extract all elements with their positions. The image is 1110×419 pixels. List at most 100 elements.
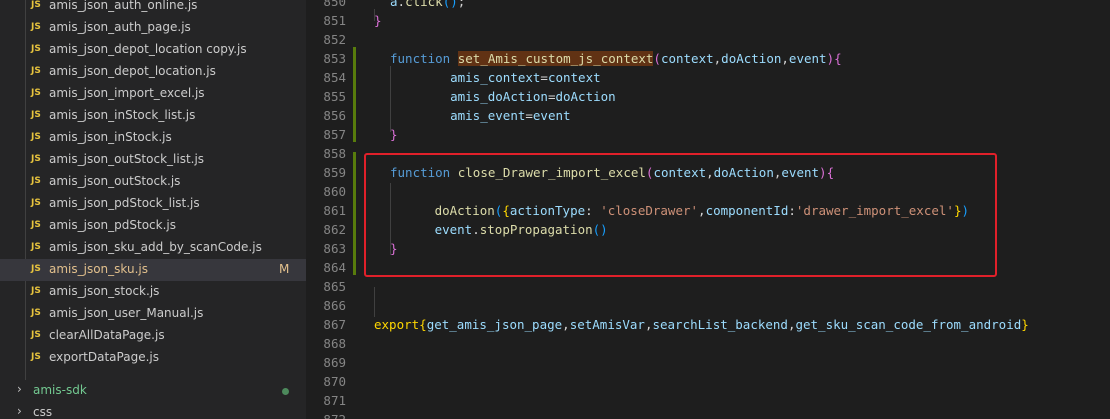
js-file-icon: JS	[31, 0, 41, 10]
file-item[interactable]: JS amis_json_sku_add_by_scanCode.js	[0, 237, 306, 259]
js-file-icon: JS	[31, 44, 41, 54]
js-file-icon: JS	[31, 220, 41, 230]
line-number: 867	[323, 317, 346, 332]
line-number: 860	[323, 184, 346, 199]
file-name: amis_json_pdStock_list.js	[49, 196, 200, 210]
js-file-icon: JS	[31, 154, 41, 164]
line-number: 853	[323, 51, 346, 66]
chevron-right-icon: ›	[17, 404, 22, 418]
indent-guide	[374, 9, 375, 21]
code-line: 866	[306, 297, 1110, 316]
js-file-icon: JS	[31, 242, 41, 252]
line-number: 871	[323, 393, 346, 408]
js-file-icon: JS	[31, 110, 41, 120]
line-number: 850	[323, 0, 346, 9]
line-number: 869	[323, 355, 346, 370]
file-item[interactable]: JS amis_json_inStock_list.js	[0, 105, 306, 127]
code-text: amis_doAction=doAction	[450, 89, 616, 104]
code-line: 855 amis_doAction=doAction	[306, 88, 1110, 107]
line-number: 872	[306, 412, 346, 419]
code-text: }	[390, 127, 398, 142]
code-line: 857}	[306, 126, 1110, 145]
file-item[interactable]: JS amis_json_auth_page.js	[0, 17, 306, 39]
explorer-sidebar: JS amis_json_auth_online.js JS amis_json_au…	[0, 0, 306, 419]
code-line: 856 amis_event=event	[306, 107, 1110, 126]
line-number: 865	[323, 279, 346, 294]
chevron-right-icon: ›	[17, 382, 22, 396]
js-file-icon: JS	[31, 264, 41, 274]
modified-badge: M	[279, 262, 290, 276]
file-name: amis_json_inStock_list.js	[49, 108, 196, 122]
code-line: 865	[306, 278, 1110, 297]
file-name: amis_json_user_Manual.js	[49, 306, 204, 320]
code-line: 872	[306, 411, 1110, 419]
js-file-icon: JS	[31, 330, 41, 340]
file-name: exportDataPage.js	[49, 350, 159, 364]
line-number: 856	[323, 108, 346, 123]
indent-guide	[374, 287, 375, 317]
highlight-box	[364, 153, 997, 277]
file-name: amis_json_sku_add_by_scanCode.js	[49, 240, 262, 254]
code-text: function set_Amis_custom_js_context(cont…	[390, 51, 842, 66]
change-dot-icon	[282, 388, 289, 395]
line-number: 852	[323, 32, 346, 47]
file-item[interactable]: JS amis_json_depot_location.js	[0, 61, 306, 83]
file-name: amis_json_sku.js	[49, 262, 148, 276]
line-number: 861	[323, 203, 346, 218]
line-number: 857	[323, 127, 346, 142]
file-name: amis_json_outStock_list.js	[49, 152, 205, 166]
file-item[interactable]: JS amis_json_pdStock.js	[0, 215, 306, 237]
file-name: amis_json_auth_online.js	[49, 0, 198, 12]
line-number: 855	[323, 89, 346, 104]
file-name: amis_json_auth_page.js	[49, 20, 191, 34]
file-item[interactable]: JS amis_json_user_Manual.js	[0, 303, 306, 325]
code-text: amis_event=event	[450, 108, 571, 123]
line-number: 868	[323, 336, 346, 351]
line-number: 863	[323, 241, 346, 256]
code-line: 853 function set_Amis_custom_js_context(c…	[306, 50, 1110, 69]
js-file-icon: JS	[31, 308, 41, 318]
code-line: 851}	[306, 12, 1110, 31]
file-name: amis_json_inStock.js	[49, 130, 172, 144]
js-file-icon: JS	[31, 132, 41, 142]
folder-name: amis-sdk	[33, 383, 87, 397]
code-line: 870	[306, 373, 1110, 392]
file-item[interactable]: JS amis_json_depot_location copy.js	[0, 39, 306, 61]
file-item[interactable]: JS clearAllDataPage.js	[0, 325, 306, 347]
file-item[interactable]: JS amis_json_outStock.js	[0, 171, 306, 193]
file-name: clearAllDataPage.js	[49, 328, 165, 342]
line-number: 864	[323, 260, 346, 275]
code-line: 850 a.click();	[306, 0, 1110, 12]
code-line: 867 export{get_amis_json_page,setAmisVar,…	[306, 316, 1110, 335]
file-item[interactable]: JS amis_json_import_excel.js	[0, 83, 306, 105]
code-line: 869	[306, 354, 1110, 373]
line-number: 858	[323, 146, 346, 161]
file-item[interactable]: JS amis_json_inStock.js	[0, 127, 306, 149]
indent-guide	[390, 66, 391, 132]
file-item[interactable]: JS amis_json_auth_online.js	[0, 0, 306, 17]
file-name: amis_json_outStock.js	[49, 174, 181, 188]
code-line: 852	[306, 31, 1110, 50]
folder-name: css	[33, 405, 53, 419]
js-file-icon: JS	[31, 176, 41, 186]
file-name: amis_json_depot_location copy.js	[49, 42, 247, 56]
code-text: }	[374, 13, 382, 28]
js-file-icon: JS	[31, 198, 41, 208]
line-number: 854	[323, 70, 346, 85]
file-item[interactable]: JS amis_json_pdStock_list.js	[0, 193, 306, 215]
line-number: 851	[323, 13, 346, 28]
code-text: a.click();	[390, 0, 466, 9]
file-item[interactable]: JS amis_json_stock.js	[0, 281, 306, 303]
js-file-icon: JS	[31, 88, 41, 98]
file-item[interactable]: JS exportDataPage.js	[0, 347, 306, 369]
file-name: amis_json_import_excel.js	[49, 86, 205, 100]
file-name: amis_json_pdStock.js	[49, 218, 177, 232]
folder-item[interactable]: › amis-sdk	[0, 380, 306, 402]
code-text: export{get_amis_json_page,setAmisVar,sea…	[374, 317, 1029, 332]
file-item[interactable]: JS amis_json_outStock_list.js	[0, 149, 306, 171]
folder-item[interactable]: › css	[0, 402, 306, 419]
file-name: amis_json_stock.js	[49, 284, 160, 298]
code-line: 871	[306, 392, 1110, 411]
file-item[interactable]: JS amis_json_sku.js M	[0, 259, 306, 281]
file-name: amis_json_depot_location.js	[49, 64, 216, 78]
